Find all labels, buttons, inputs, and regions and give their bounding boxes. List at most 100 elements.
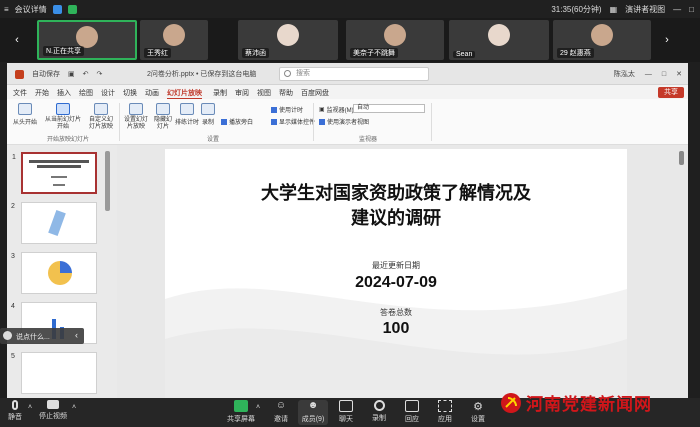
chevron-right-icon[interactable]: ›: [660, 32, 674, 48]
checkbox-box: [221, 118, 227, 125]
tab-baidu-netdisk[interactable]: 百度网盘: [301, 88, 329, 98]
restore-icon[interactable]: □: [662, 71, 666, 78]
play-narrations-checkbox[interactable]: 播放旁白: [221, 117, 253, 126]
redo-icon[interactable]: ↷: [97, 70, 103, 78]
tab-animations[interactable]: 动画: [145, 88, 159, 98]
chat-button[interactable]: 聊天: [331, 400, 361, 424]
tab-record[interactable]: 录制: [213, 88, 227, 98]
participant-tile[interactable]: N.正在共享: [37, 20, 137, 60]
settings-button[interactable]: ⚙ 设置: [463, 400, 493, 424]
tab-slideshow[interactable]: 幻灯片放映: [167, 88, 202, 99]
meeting-info[interactable]: 会议详情: [15, 4, 47, 15]
user-name[interactable]: 陈泓太: [614, 69, 635, 79]
label: 播放旁白: [229, 120, 254, 126]
label: 从头开始: [13, 120, 38, 126]
chevron-up-icon[interactable]: ˄: [72, 404, 76, 411]
tab-insert[interactable]: 插入: [57, 88, 71, 98]
participant-name: 王秀红: [144, 48, 171, 58]
label: 回应: [405, 416, 419, 423]
show-media-controls-checkbox[interactable]: 显示媒体控件: [271, 117, 315, 126]
from-current-button[interactable]: 从当前幻灯片开始: [45, 103, 81, 131]
label: 使用演示者视图: [327, 120, 370, 126]
tab-review[interactable]: 审阅: [235, 88, 249, 98]
slide-thumbnail[interactable]: 5: [11, 352, 97, 394]
avatar: [384, 24, 406, 46]
thumbnail-scrollbar[interactable]: [105, 151, 110, 211]
record-button[interactable]: 录制: [201, 103, 215, 126]
tab-design[interactable]: 设计: [101, 88, 115, 98]
participant-tile[interactable]: 美奈子不跳舞: [346, 20, 444, 60]
slide-number: 3: [11, 253, 15, 260]
save-icon[interactable]: ▣: [68, 70, 75, 78]
slide-canvas: 大学生对国家资助政策了解情况及 建议的调研 最近更新日期 2024-07-09 …: [117, 145, 688, 398]
participant-tile[interactable]: 29 赵惠燕: [553, 20, 651, 60]
group-label: 设置: [207, 137, 220, 143]
tab-view[interactable]: 视图: [257, 88, 271, 98]
selected-value: 自动: [357, 105, 370, 111]
label: 从当前幻灯片开始: [45, 117, 82, 130]
chat-icon: [339, 400, 353, 412]
search-input[interactable]: 搜索: [279, 67, 429, 81]
hide-slide-button[interactable]: 隐藏幻灯片: [153, 103, 173, 131]
custom-show-icon: [94, 103, 108, 115]
tab-home[interactable]: 开始: [35, 88, 49, 98]
grid-icon[interactable]: ▦: [610, 5, 618, 14]
autosave-toggle[interactable]: 自动保存: [32, 69, 60, 79]
members-button[interactable]: ☻ 成员(9): [298, 400, 328, 425]
apps-button[interactable]: 应用: [430, 400, 460, 424]
label: 成员(9): [301, 416, 325, 423]
chevron-up-icon[interactable]: ˄: [28, 404, 32, 411]
undo-icon[interactable]: ↶: [83, 70, 89, 78]
tab-draw[interactable]: 绘图: [79, 88, 93, 98]
tab-transitions[interactable]: 切换: [123, 88, 137, 98]
collapse-icon[interactable]: ‹: [75, 330, 78, 340]
gear-icon: ⚙: [473, 401, 483, 413]
record-meeting-button[interactable]: 录制: [364, 400, 394, 423]
mute-button[interactable]: 静音: [0, 400, 30, 422]
close-icon[interactable]: ✕: [676, 70, 682, 78]
slide-thumbnail[interactable]: 1: [12, 152, 97, 194]
maximize-icon[interactable]: □: [689, 5, 694, 14]
ribbon-tabs: 文件 开始 插入 绘图 设计 切换 动画 幻灯片放映 录制 审阅 视图 帮助 百…: [7, 85, 688, 99]
ppt-logo-icon: [15, 69, 24, 79]
share-screen-button[interactable]: 共享屏幕: [226, 400, 256, 424]
stop-video-button[interactable]: 停止视频: [38, 400, 68, 421]
participant-tile[interactable]: 蔡沛函: [238, 20, 338, 60]
invite-button[interactable]: ☺ 邀请: [266, 400, 296, 424]
react-button[interactable]: 回应: [397, 400, 427, 424]
apps-icon: [438, 400, 452, 412]
current-slide[interactable]: 大学生对国家资助政策了解情况及 建议的调研 最近更新日期 2024-07-09 …: [165, 149, 627, 398]
from-beginning-button[interactable]: 从头开始: [13, 103, 37, 126]
tab-file[interactable]: 文件: [13, 88, 27, 98]
presenter-view-checkbox[interactable]: 使用演示者视图: [319, 117, 369, 126]
setup-slideshow-button[interactable]: 设置幻灯片放映: [123, 103, 149, 131]
use-timings-checkbox[interactable]: 使用计时: [271, 105, 303, 114]
slide-title-line: 大学生对国家资助政策了解情况及: [261, 183, 531, 204]
monitor-select[interactable]: 自动: [353, 104, 425, 113]
avatar: [76, 26, 98, 48]
minimize-icon[interactable]: —: [673, 5, 681, 14]
share-label: 共享: [664, 89, 678, 96]
chevron-left-icon[interactable]: ‹: [10, 32, 24, 48]
play-icon: [18, 103, 32, 115]
smile-icon[interactable]: [3, 331, 12, 340]
label: 应用: [438, 416, 452, 423]
participant-tile[interactable]: 王秀红: [140, 20, 208, 60]
party-emblem-icon: [501, 392, 521, 413]
chat-input-popup[interactable]: 说点什么... ‹: [0, 328, 84, 344]
custom-slideshow-button[interactable]: 自定义幻灯片放映: [87, 103, 115, 131]
file-name: 2问卷分析.pptx • 已保存到这台电脑: [147, 71, 257, 78]
share-button[interactable]: 共享: [658, 87, 684, 98]
thumb-title-line: [37, 165, 81, 168]
label: 共享屏幕: [227, 416, 255, 423]
minimize-icon[interactable]: —: [645, 71, 652, 78]
tab-help[interactable]: 帮助: [279, 88, 293, 98]
slide-scrollbar[interactable]: [679, 151, 684, 165]
rehearse-timings-button[interactable]: 排练计时: [175, 103, 199, 126]
slide-thumbnail[interactable]: 2: [11, 202, 97, 244]
participant-tile[interactable]: Sean: [449, 20, 549, 60]
slide-thumbnail[interactable]: 3: [11, 252, 97, 294]
presenter-view-button[interactable]: 演讲者视图: [625, 4, 665, 15]
checkbox-box: [271, 106, 277, 113]
chevron-up-icon[interactable]: ˄: [256, 404, 260, 411]
